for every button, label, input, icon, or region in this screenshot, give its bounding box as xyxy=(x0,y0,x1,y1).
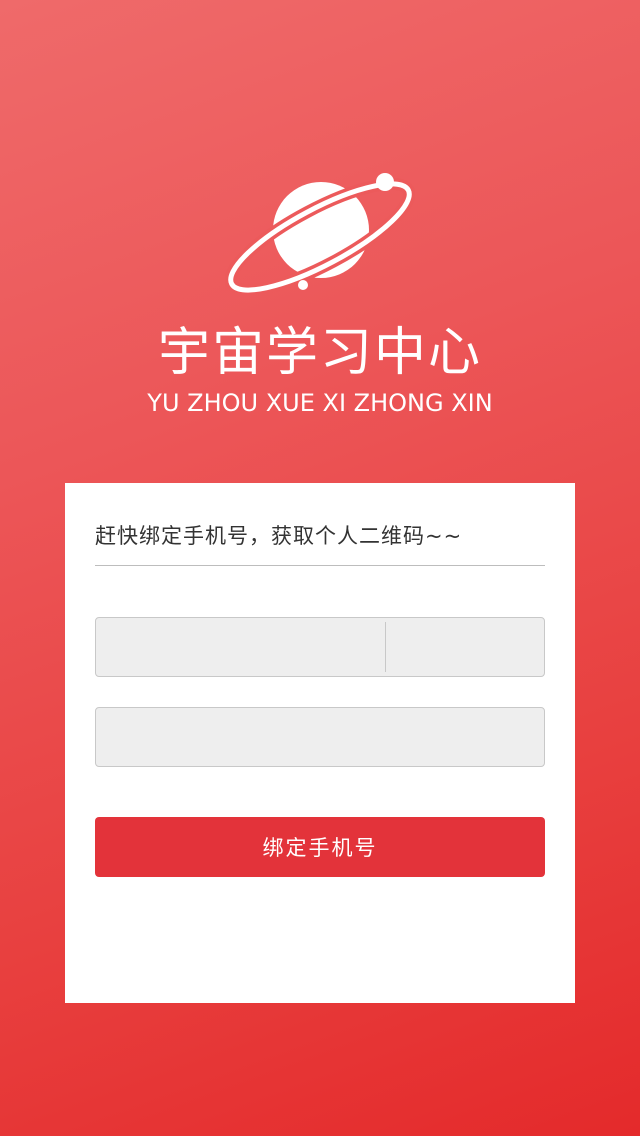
logo xyxy=(0,168,640,293)
card-heading: 赶快绑定手机号，获取个人二维码~~ xyxy=(95,524,463,548)
get-code-button[interactable] xyxy=(386,618,544,676)
code-field xyxy=(95,707,545,767)
planet-icon xyxy=(225,173,415,293)
bind-phone-card: 赶快绑定手机号，获取个人二维码~~ 绑定手机号 xyxy=(65,483,575,1003)
verification-code-input[interactable] xyxy=(96,708,544,766)
app-subtitle: YU ZHOU XUE XI ZHONG XIN xyxy=(147,389,493,417)
divider xyxy=(95,565,545,566)
phone-field xyxy=(95,617,545,677)
bind-phone-button[interactable]: 绑定手机号 xyxy=(95,817,545,877)
app-title: 宇宙学习中心 xyxy=(157,323,482,383)
phone-input[interactable] xyxy=(96,618,384,676)
